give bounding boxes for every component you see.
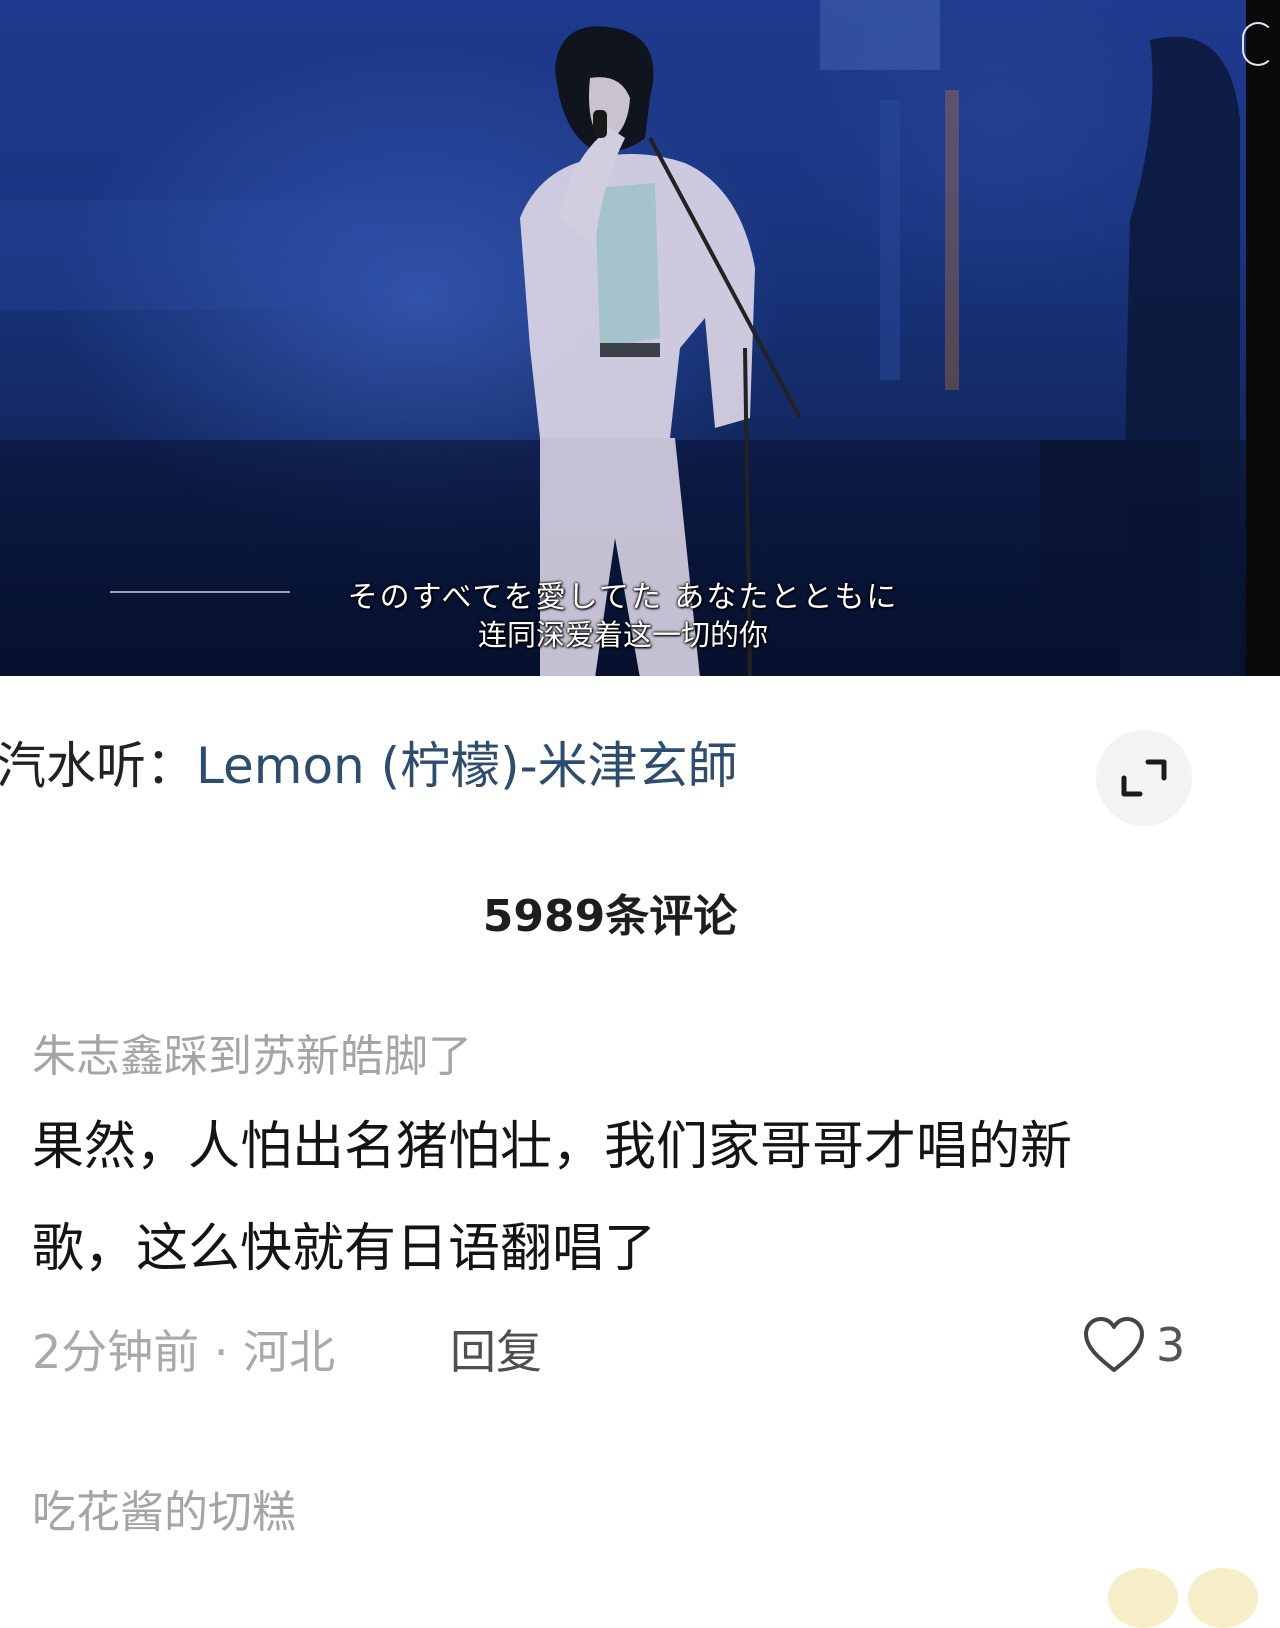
like-button[interactable]: 3	[1082, 1316, 1185, 1374]
comment-line: 歌，这么快就有日语翻唱了	[32, 1219, 657, 1279]
music-link[interactable]: 汽水听： Lemon (柠檬)-米津玄師	[0, 726, 1180, 798]
comment-username[interactable]: 朱志鑫踩到苏新皓脚了	[32, 1020, 472, 1084]
emoji-peek	[1188, 1568, 1258, 1628]
video-player[interactable]: そのすべてを愛してた あなたとともに 连同深爱着这一切的你	[0, 0, 1280, 676]
music-source-label: 汽水听：	[0, 737, 196, 795]
expand-button[interactable]	[1096, 730, 1192, 826]
comment-line: 果然，人怕出名猪怕壮，我们家哥哥才唱的新	[32, 1117, 1073, 1177]
subtitle-chinese: 连同深爱着这一切的你	[477, 618, 768, 652]
like-count: 3	[1156, 1318, 1186, 1372]
subtitle-japanese: そのすべてを愛してた あなたとともに	[347, 580, 899, 615]
comment-meta: 2分钟前 · 河北	[32, 1325, 336, 1379]
refresh-indicator	[1242, 22, 1274, 66]
comment-username[interactable]: 吃花酱的切糕	[32, 1476, 296, 1540]
comment-body: 果然，人怕出名猪怕壮，我们家哥哥才唱的新 歌，这么快就有日语翻唱了	[32, 1096, 1262, 1300]
expand-corners-icon	[1121, 759, 1167, 797]
emoji-peek	[1108, 1568, 1178, 1628]
screen-edge	[1246, 0, 1280, 676]
heart-outline-icon	[1084, 1317, 1144, 1372]
music-title[interactable]: Lemon (柠檬)-米津玄師	[196, 726, 738, 798]
reply-button[interactable]: 回复	[450, 1316, 542, 1382]
comment-count: 5989条评论	[482, 891, 738, 942]
